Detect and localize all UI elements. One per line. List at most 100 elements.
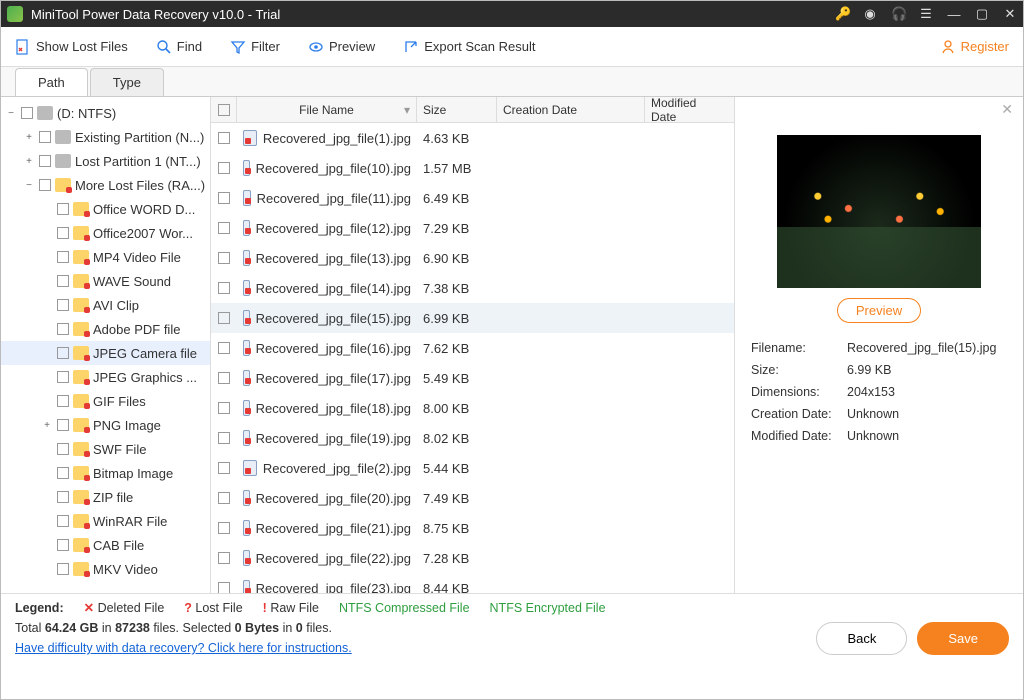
tree-checkbox[interactable] bbox=[57, 203, 69, 215]
show-lost-files-button[interactable]: Show Lost Files bbox=[15, 39, 128, 55]
file-row[interactable]: Recovered_jpg_file(11).jpg6.49 KB bbox=[211, 183, 734, 213]
find-button[interactable]: Find bbox=[156, 39, 202, 55]
tree-checkbox[interactable] bbox=[57, 323, 69, 335]
file-row[interactable]: Recovered_jpg_file(19).jpg8.02 KB bbox=[211, 423, 734, 453]
file-row[interactable]: Recovered_jpg_file(21).jpg8.75 KB bbox=[211, 513, 734, 543]
tree-checkbox[interactable] bbox=[57, 563, 69, 575]
expander-icon[interactable]: + bbox=[23, 132, 35, 143]
tree-node[interactable]: SWF File bbox=[1, 437, 210, 461]
tree-node[interactable]: Bitmap Image bbox=[1, 461, 210, 485]
folder-tree[interactable]: −(D: NTFS)+Existing Partition (N...)+Los… bbox=[1, 97, 211, 593]
tree-checkbox[interactable] bbox=[57, 419, 69, 431]
row-checkbox[interactable] bbox=[211, 402, 237, 414]
row-checkbox[interactable] bbox=[211, 252, 237, 264]
tree-checkbox[interactable] bbox=[57, 227, 69, 239]
column-modified-date[interactable]: Modified Date bbox=[645, 97, 725, 122]
tree-checkbox[interactable] bbox=[57, 371, 69, 383]
tree-node[interactable]: WAVE Sound bbox=[1, 269, 210, 293]
row-checkbox[interactable] bbox=[211, 162, 237, 174]
expander-icon[interactable]: + bbox=[23, 156, 35, 167]
tree-checkbox[interactable] bbox=[57, 275, 69, 287]
save-button[interactable]: Save bbox=[917, 622, 1009, 655]
tree-node[interactable]: JPEG Graphics ... bbox=[1, 365, 210, 389]
close-preview-icon[interactable]: ✕ bbox=[1001, 101, 1013, 118]
export-button[interactable]: Export Scan Result bbox=[403, 39, 535, 55]
close-icon[interactable]: ✕ bbox=[1003, 6, 1017, 22]
row-checkbox[interactable] bbox=[211, 282, 237, 294]
tree-node[interactable]: WinRAR File bbox=[1, 509, 210, 533]
disc-icon[interactable]: ◉ bbox=[863, 6, 877, 22]
tab-type[interactable]: Type bbox=[90, 68, 164, 96]
tree-node[interactable]: AVI Clip bbox=[1, 293, 210, 317]
expander-icon[interactable]: + bbox=[41, 420, 53, 431]
tree-checkbox[interactable] bbox=[57, 347, 69, 359]
filter-button[interactable]: Filter bbox=[230, 39, 280, 55]
tree-node[interactable]: +Lost Partition 1 (NT...) bbox=[1, 149, 210, 173]
tree-node[interactable]: MP4 Video File bbox=[1, 245, 210, 269]
tree-checkbox[interactable] bbox=[57, 299, 69, 311]
file-row[interactable]: Recovered_jpg_file(22).jpg7.28 KB bbox=[211, 543, 734, 573]
file-row[interactable]: Recovered_jpg_file(23).jpg8.44 KB bbox=[211, 573, 734, 593]
row-checkbox[interactable] bbox=[211, 492, 237, 504]
file-row[interactable]: Recovered_jpg_file(14).jpg7.38 KB bbox=[211, 273, 734, 303]
tree-checkbox[interactable] bbox=[57, 443, 69, 455]
file-row[interactable]: Recovered_jpg_file(18).jpg8.00 KB bbox=[211, 393, 734, 423]
expander-icon[interactable]: − bbox=[5, 108, 17, 119]
select-all-checkbox[interactable] bbox=[211, 97, 237, 122]
tree-checkbox[interactable] bbox=[57, 251, 69, 263]
file-row[interactable]: Recovered_jpg_file(13).jpg6.90 KB bbox=[211, 243, 734, 273]
row-checkbox[interactable] bbox=[211, 222, 237, 234]
row-checkbox[interactable] bbox=[211, 312, 237, 324]
preview-open-button[interactable]: Preview bbox=[837, 298, 921, 323]
tree-node[interactable]: CAB File bbox=[1, 533, 210, 557]
row-checkbox[interactable] bbox=[211, 342, 237, 354]
tree-node[interactable]: Adobe PDF file bbox=[1, 317, 210, 341]
expander-icon[interactable]: − bbox=[23, 180, 35, 191]
file-row[interactable]: Recovered_jpg_file(17).jpg5.49 KB bbox=[211, 363, 734, 393]
tree-node[interactable]: −More Lost Files (RA...) bbox=[1, 173, 210, 197]
file-row[interactable]: Recovered_jpg_file(16).jpg7.62 KB bbox=[211, 333, 734, 363]
tree-checkbox[interactable] bbox=[57, 491, 69, 503]
maximize-icon[interactable]: ▢ bbox=[975, 6, 989, 22]
tree-node[interactable]: ZIP file bbox=[1, 485, 210, 509]
tree-checkbox[interactable] bbox=[57, 515, 69, 527]
help-link[interactable]: Have difficulty with data recovery? Clic… bbox=[15, 641, 352, 655]
tree-node[interactable]: +Existing Partition (N...) bbox=[1, 125, 210, 149]
row-checkbox[interactable] bbox=[211, 132, 237, 144]
row-checkbox[interactable] bbox=[211, 462, 237, 474]
tree-node[interactable]: JPEG Camera file bbox=[1, 341, 210, 365]
file-row[interactable]: Recovered_jpg_file(20).jpg7.49 KB bbox=[211, 483, 734, 513]
file-row[interactable]: Recovered_jpg_file(15).jpg6.99 KB bbox=[211, 303, 734, 333]
row-checkbox[interactable] bbox=[211, 552, 237, 564]
tree-node[interactable]: Office2007 Wor... bbox=[1, 221, 210, 245]
tree-checkbox[interactable] bbox=[39, 131, 51, 143]
tree-checkbox[interactable] bbox=[57, 395, 69, 407]
tree-node[interactable]: Office WORD D... bbox=[1, 197, 210, 221]
tree-checkbox[interactable] bbox=[57, 467, 69, 479]
tree-node[interactable]: −(D: NTFS) bbox=[1, 101, 210, 125]
file-row[interactable]: Recovered_jpg_file(10).jpg1.57 MB bbox=[211, 153, 734, 183]
tree-node[interactable]: MKV Video bbox=[1, 557, 210, 581]
headphones-icon[interactable]: 🎧 bbox=[891, 6, 905, 22]
tree-node[interactable]: GIF Files bbox=[1, 389, 210, 413]
column-size[interactable]: Size bbox=[417, 97, 497, 122]
back-button[interactable]: Back bbox=[816, 622, 907, 655]
file-row[interactable]: Recovered_jpg_file(1).jpg4.63 KB bbox=[211, 123, 734, 153]
row-checkbox[interactable] bbox=[211, 372, 237, 384]
tree-checkbox[interactable] bbox=[39, 155, 51, 167]
menu-icon[interactable]: ☰ bbox=[919, 6, 933, 22]
key-icon[interactable]: 🔑 bbox=[835, 6, 849, 22]
row-checkbox[interactable] bbox=[211, 432, 237, 444]
file-row[interactable]: Recovered_jpg_file(2).jpg5.44 KB bbox=[211, 453, 734, 483]
row-checkbox[interactable] bbox=[211, 582, 237, 593]
row-checkbox[interactable] bbox=[211, 522, 237, 534]
tree-checkbox[interactable] bbox=[39, 179, 51, 191]
column-filename[interactable]: File Name▾ bbox=[237, 97, 417, 122]
tree-checkbox[interactable] bbox=[21, 107, 33, 119]
column-creation-date[interactable]: Creation Date bbox=[497, 97, 645, 122]
register-button[interactable]: Register bbox=[940, 39, 1009, 55]
preview-button[interactable]: Preview bbox=[308, 39, 375, 55]
file-row[interactable]: Recovered_jpg_file(12).jpg7.29 KB bbox=[211, 213, 734, 243]
tab-path[interactable]: Path bbox=[15, 68, 88, 96]
minimize-icon[interactable]: — bbox=[947, 7, 961, 22]
